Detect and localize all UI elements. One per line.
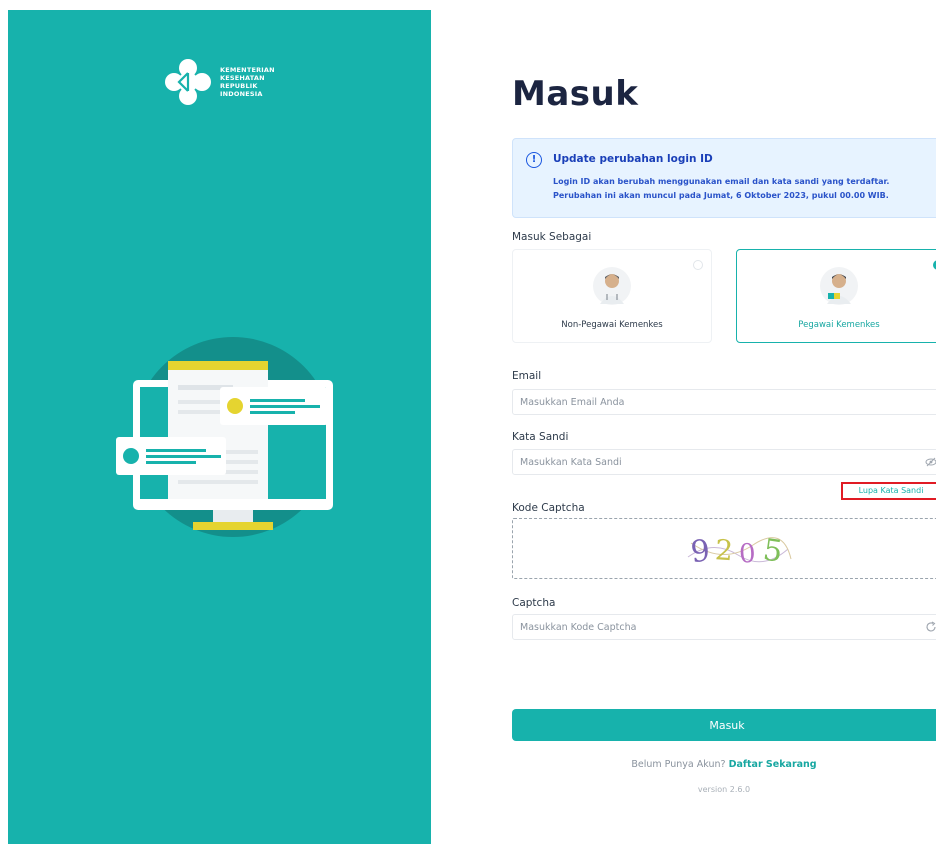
logo-line: INDONESIA	[220, 90, 263, 98]
captcha-input[interactable]	[513, 615, 936, 640]
captcha-image: 9 2 0 5	[687, 533, 792, 570]
role-option-label: Pegawai Kemenkes	[798, 320, 880, 330]
captcha-glyph: 0	[738, 539, 756, 570]
notice-title: Update perubahan login ID	[553, 153, 713, 165]
role-option-label: Non-Pegawai Kemenkes	[561, 320, 663, 330]
email-field[interactable]	[512, 389, 936, 415]
captcha-glyph: 5	[761, 533, 785, 570]
page-title: Masuk	[512, 74, 639, 114]
password-label: Kata Sandi	[512, 431, 569, 443]
notice-line: Perubahan ini akan muncul pada Jumat, 6 …	[553, 191, 889, 200]
login-form: Masuk ! Update perubahan login ID Login …	[512, 0, 936, 844]
password-field[interactable]	[512, 449, 936, 475]
email-label: Email	[512, 370, 542, 382]
computer-illustration	[116, 337, 333, 537]
ministry-logo: KEMENTERIAN KESEHATAN REPUBLIK INDONESIA	[162, 56, 275, 108]
role-option-non-pegawai[interactable]: Non-Pegawai Kemenkes	[512, 249, 712, 343]
password-input[interactable]	[513, 450, 936, 475]
captcha-label: Captcha	[512, 597, 556, 609]
login-id-notice: ! Update perubahan login ID Login ID aka…	[512, 138, 936, 218]
notice-line: Login ID akan berubah menggunakan email …	[553, 177, 890, 186]
avatar-icon	[820, 267, 858, 305]
captcha-field[interactable]	[512, 614, 936, 640]
radio-button[interactable]	[693, 260, 703, 270]
brand-panel: KEMENTERIAN KESEHATAN REPUBLIK INDONESIA	[8, 10, 431, 844]
submit-button[interactable]: Masuk	[512, 709, 936, 741]
forgot-password-link[interactable]: Lupa Kata Sandi	[841, 482, 936, 500]
ministry-logo-icon	[165, 59, 211, 105]
register-text: Belum Punya Akun?	[631, 759, 726, 770]
register-prompt: Belum Punya Akun? Daftar Sekarang	[512, 759, 936, 770]
logo-line: REPUBLIK	[220, 82, 258, 90]
logo-line: KEMENTERIAN	[220, 66, 275, 74]
register-link[interactable]: Daftar Sekarang	[729, 759, 817, 770]
version-label: version 2.6.0	[697, 785, 751, 794]
avatar-icon	[593, 267, 631, 305]
email-input[interactable]	[513, 390, 936, 415]
captcha-image-label: Kode Captcha	[512, 502, 585, 514]
info-icon: !	[526, 152, 542, 168]
refresh-icon[interactable]	[925, 621, 936, 633]
captcha-image-box: 9 2 0 5	[512, 518, 936, 579]
ministry-name: KEMENTERIAN KESEHATAN REPUBLIK INDONESIA	[220, 66, 275, 98]
role-label: Masuk Sebagai	[512, 231, 592, 243]
captcha-glyph: 2	[714, 533, 734, 567]
role-option-pegawai[interactable]: Pegawai Kemenkes	[736, 249, 936, 343]
captcha-glyph: 9	[689, 533, 712, 570]
logo-line: KESEHATAN	[220, 74, 265, 82]
eye-off-icon[interactable]	[925, 456, 936, 468]
